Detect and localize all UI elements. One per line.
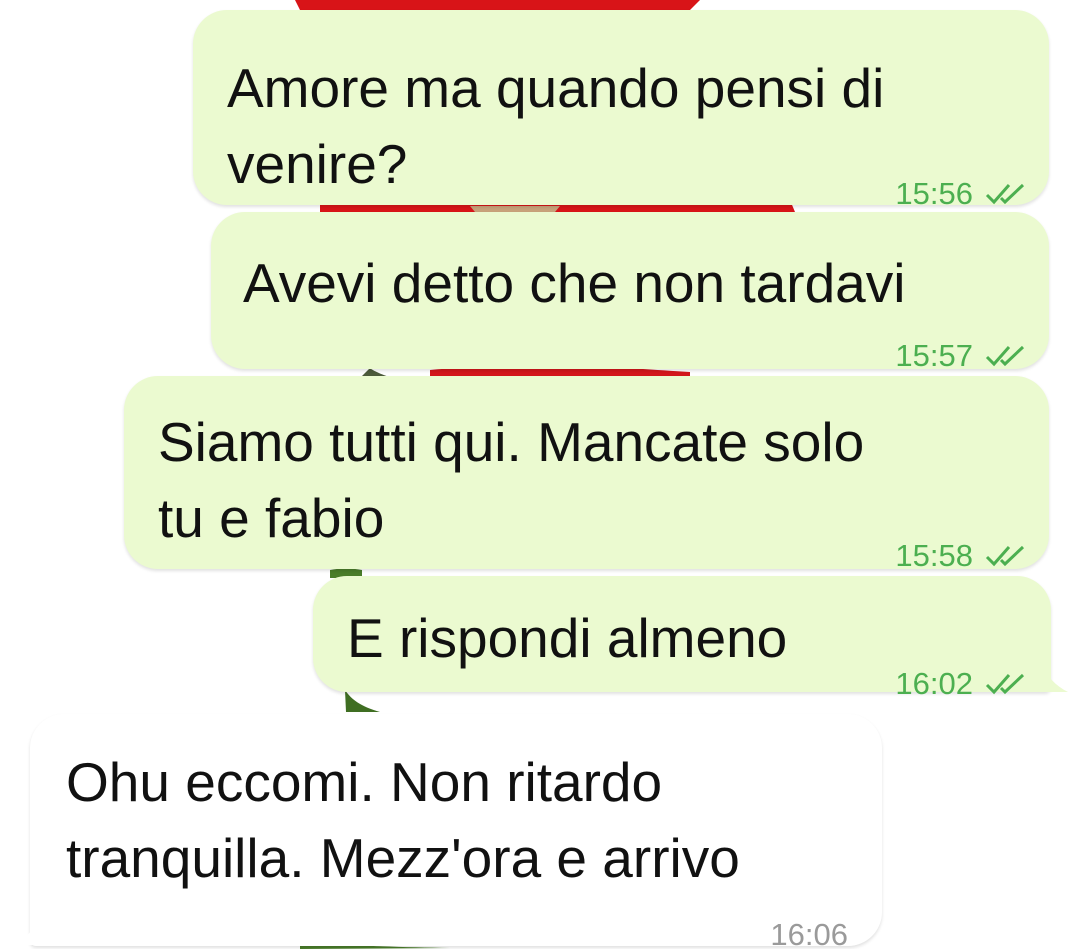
message-meta: 16:02 (895, 646, 1027, 722)
outgoing-message[interactable]: Amore ma quando pensi di venire? 15:56 (193, 10, 1049, 211)
message-text: Amore ma quando pensi di venire? (227, 57, 885, 195)
outgoing-bubble-tail (1040, 662, 1068, 692)
message-text: E rispondi almeno (347, 607, 788, 669)
double-check-icon (985, 673, 1025, 695)
double-check-icon (985, 345, 1025, 367)
double-check-icon (985, 183, 1025, 205)
outgoing-message[interactable]: Siamo tutti qui. Mancate solo tu e fabio… (124, 376, 1049, 573)
message-meta: 16:06 (770, 897, 848, 949)
message-text: Avevi detto che non tardavi (243, 252, 906, 314)
outgoing-message[interactable]: Avevi detto che non tardavi 15:57 (211, 212, 1049, 373)
message-time: 16:06 (770, 917, 848, 949)
incoming-bubble-tail (14, 914, 42, 945)
chat-conversation: Amore ma quando pensi di venire? 15:56 A… (0, 0, 1080, 949)
incoming-message[interactable]: Ohu eccomi. Non ritardo tranquilla. Mezz… (30, 714, 882, 949)
message-time: 16:02 (895, 666, 973, 701)
outgoing-message[interactable]: E rispondi almeno 16:02 (313, 576, 1051, 701)
message-text: Siamo tutti qui. Mancate solo tu e fabio (158, 411, 865, 549)
message-text: Ohu eccomi. Non ritardo tranquilla. Mezz… (66, 751, 740, 889)
double-check-icon (985, 545, 1025, 567)
